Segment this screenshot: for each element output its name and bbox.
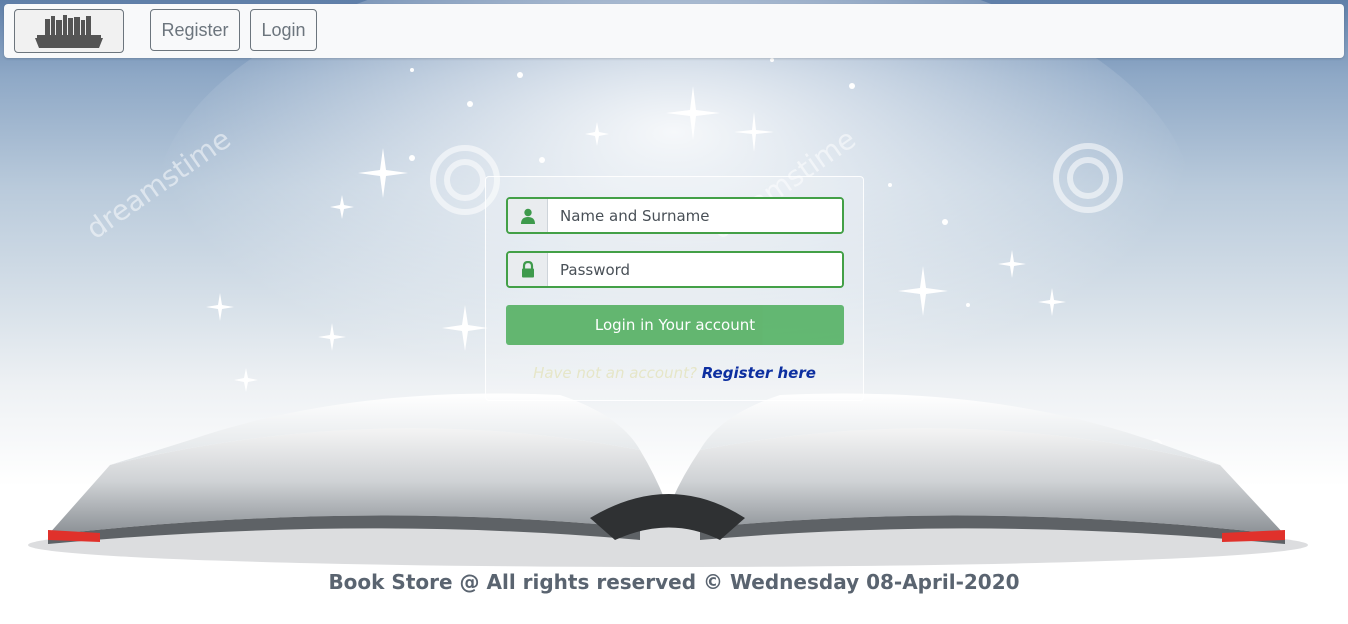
- password-input[interactable]: [548, 253, 842, 286]
- register-prompt: Have not an account? Register here: [486, 364, 863, 382]
- login-submit-button[interactable]: Login in Your account: [506, 305, 844, 345]
- brand-logo[interactable]: [14, 9, 124, 53]
- no-account-text: Have not an account?: [533, 364, 697, 382]
- user-icon: [508, 199, 548, 232]
- footer-copyright: Book Store @ All rights reserved © Wedne…: [328, 570, 1020, 594]
- name-input[interactable]: [548, 199, 842, 232]
- login-nav-button[interactable]: Login: [250, 9, 317, 51]
- name-input-group: [506, 197, 844, 234]
- lock-icon: [508, 253, 548, 286]
- password-input-group: [506, 251, 844, 288]
- top-navbar: Register Login: [4, 4, 1344, 58]
- bookstore-logo-icon: [35, 15, 103, 48]
- login-form: Login in Your account Have not an accoun…: [485, 176, 864, 401]
- register-nav-button[interactable]: Register: [150, 9, 240, 51]
- register-here-link[interactable]: Register here: [702, 364, 816, 382]
